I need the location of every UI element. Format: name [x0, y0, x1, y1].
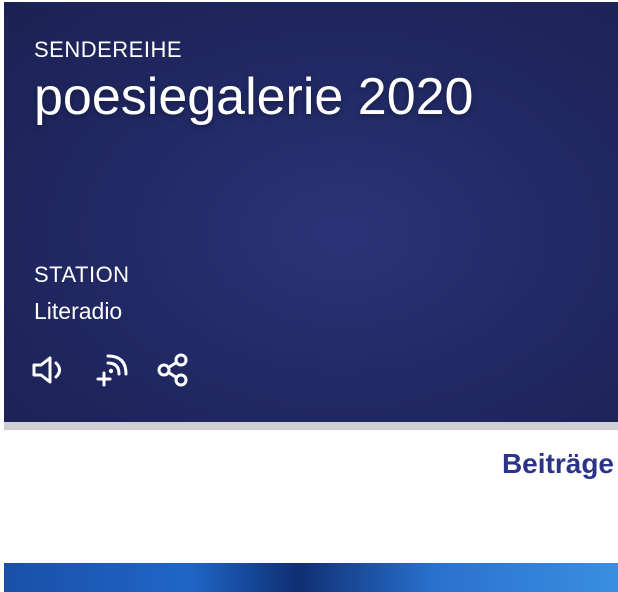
header-divider — [4, 422, 618, 430]
play-audio-button[interactable] — [30, 350, 70, 390]
action-bar — [30, 350, 194, 390]
series-kicker: SENDEREIHE — [34, 37, 183, 62]
series-header-card: SENDEREIHE poesiegalerie 2020 STATION Li… — [4, 2, 618, 422]
add-podcast-icon — [94, 352, 130, 388]
share-icon — [156, 352, 192, 388]
share-button[interactable] — [154, 350, 194, 390]
station-name-link[interactable]: Literadio — [34, 300, 122, 323]
episode-card-preview[interactable] — [4, 563, 618, 592]
page: SENDEREIHE poesiegalerie 2020 STATION Li… — [0, 0, 618, 592]
subscribe-podcast-button[interactable] — [92, 350, 132, 390]
series-title: poesiegalerie 2020 — [34, 68, 474, 126]
station-label: STATION — [34, 262, 130, 287]
speaker-icon — [31, 355, 69, 385]
section-heading-episodes: Beiträge — [501, 448, 614, 479]
